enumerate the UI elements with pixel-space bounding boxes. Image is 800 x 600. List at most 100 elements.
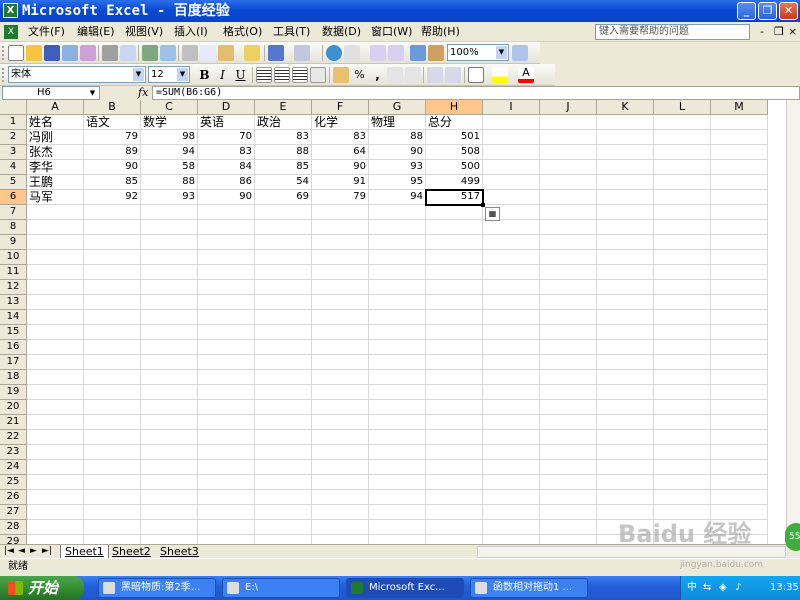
grid-cell[interactable] — [540, 415, 597, 430]
align-center-icon[interactable] — [274, 67, 290, 83]
format-painter-icon[interactable] — [244, 45, 260, 61]
menu-file[interactable]: 文件(F) — [28, 25, 65, 39]
email-icon[interactable] — [80, 45, 96, 61]
grid-cell[interactable] — [312, 220, 369, 235]
grid-cell[interactable] — [27, 445, 84, 460]
grid-cell[interactable] — [369, 385, 426, 400]
undo-icon[interactable] — [268, 45, 284, 61]
paste-icon[interactable] — [218, 45, 234, 61]
decrease-indent-icon[interactable] — [427, 67, 443, 83]
align-right-icon[interactable] — [292, 67, 308, 83]
grid-cell[interactable] — [255, 400, 312, 415]
grid-cell[interactable] — [141, 235, 198, 250]
workbook-close-button[interactable]: × — [788, 26, 797, 38]
row-header[interactable]: 21 — [0, 415, 27, 430]
grid-cell[interactable] — [540, 325, 597, 340]
grid-cell[interactable] — [711, 295, 768, 310]
grid-cell[interactable] — [426, 460, 483, 475]
grid-cell[interactable] — [711, 445, 768, 460]
grid-cell[interactable] — [654, 160, 711, 175]
grid-cell[interactable] — [141, 325, 198, 340]
grid-cell[interactable] — [141, 355, 198, 370]
grid-cell[interactable] — [654, 415, 711, 430]
grid-cell[interactable] — [597, 145, 654, 160]
grid-cell[interactable] — [84, 445, 141, 460]
grid-cell[interactable] — [597, 460, 654, 475]
sort-descending-icon[interactable] — [388, 45, 404, 61]
column-header[interactable]: F — [312, 100, 369, 115]
grid-cell[interactable] — [540, 145, 597, 160]
grid-cell[interactable] — [84, 400, 141, 415]
row-header[interactable]: 13 — [0, 295, 27, 310]
grid-cell[interactable] — [483, 295, 540, 310]
grid-cell[interactable] — [198, 340, 255, 355]
grid-cell[interactable] — [141, 460, 198, 475]
grid-cell[interactable] — [84, 505, 141, 520]
grid-cell[interactable] — [312, 490, 369, 505]
grid-cell[interactable] — [312, 205, 369, 220]
row-header[interactable]: 16 — [0, 340, 27, 355]
grid-cell[interactable] — [84, 385, 141, 400]
grid-cell[interactable]: 89 — [84, 145, 141, 160]
grid-cell[interactable] — [312, 460, 369, 475]
grid-cell[interactable] — [255, 445, 312, 460]
merge-center-icon[interactable] — [310, 67, 326, 83]
column-header[interactable]: A — [27, 100, 84, 115]
grid-cell[interactable] — [84, 460, 141, 475]
grid-cell[interactable] — [597, 370, 654, 385]
grid-cell[interactable] — [654, 460, 711, 475]
grid-cell[interactable] — [483, 520, 540, 535]
autofill-options-icon[interactable]: ▦ — [485, 207, 500, 221]
grid-cell[interactable] — [540, 220, 597, 235]
row-header[interactable]: 26 — [0, 490, 27, 505]
task-button-video[interactable]: 黑暗物质:第2季... — [98, 578, 216, 598]
grid-cell[interactable]: 93 — [141, 190, 198, 205]
grid-cell[interactable] — [426, 235, 483, 250]
grid-cell[interactable] — [369, 505, 426, 520]
grid-cell[interactable] — [312, 385, 369, 400]
grid-cell[interactable] — [369, 250, 426, 265]
grid-cell[interactable] — [483, 235, 540, 250]
grid-cell[interactable]: 语文 — [84, 115, 141, 130]
grid-cell[interactable] — [597, 310, 654, 325]
font-size-select[interactable]: 12 ▼ — [148, 66, 190, 83]
grid-cell[interactable] — [426, 355, 483, 370]
menu-tools[interactable]: 工具(T) — [273, 25, 310, 39]
grid-cell[interactable] — [84, 355, 141, 370]
grid-cell[interactable] — [711, 490, 768, 505]
grid-cell[interactable] — [369, 460, 426, 475]
grid-cell[interactable] — [198, 460, 255, 475]
grid-cell[interactable] — [483, 445, 540, 460]
menu-edit[interactable]: 编辑(E) — [77, 25, 115, 39]
grid-cell[interactable] — [711, 250, 768, 265]
grid-cell[interactable]: 79 — [84, 130, 141, 145]
grid-cell[interactable]: 85 — [84, 175, 141, 190]
grid-cell[interactable] — [597, 490, 654, 505]
grid-cell[interactable] — [540, 190, 597, 205]
grid-cell[interactable]: 数学 — [141, 115, 198, 130]
grid-cell[interactable] — [540, 475, 597, 490]
grid-cell[interactable] — [27, 295, 84, 310]
grid-cell[interactable] — [426, 280, 483, 295]
grid-cell[interactable] — [426, 415, 483, 430]
grid-cell[interactable] — [27, 340, 84, 355]
grid-cell[interactable] — [483, 370, 540, 385]
grid-cell[interactable] — [426, 475, 483, 490]
grid-cell[interactable] — [141, 250, 198, 265]
grid-cell[interactable] — [483, 265, 540, 280]
grid-cell[interactable] — [312, 400, 369, 415]
select-all-corner[interactable] — [0, 100, 27, 115]
grid-cell[interactable] — [597, 220, 654, 235]
grid-cell[interactable]: 79 — [312, 190, 369, 205]
grid-cell[interactable] — [711, 130, 768, 145]
row-header[interactable]: 25 — [0, 475, 27, 490]
grid-cell[interactable] — [369, 205, 426, 220]
grid-cell[interactable] — [141, 400, 198, 415]
grid-cell[interactable] — [654, 235, 711, 250]
column-header[interactable]: C — [141, 100, 198, 115]
grid-cell[interactable] — [654, 445, 711, 460]
grid-cell[interactable] — [369, 325, 426, 340]
grid-cell[interactable]: 85 — [255, 160, 312, 175]
grid-cell[interactable] — [369, 340, 426, 355]
grid-cell[interactable] — [426, 490, 483, 505]
